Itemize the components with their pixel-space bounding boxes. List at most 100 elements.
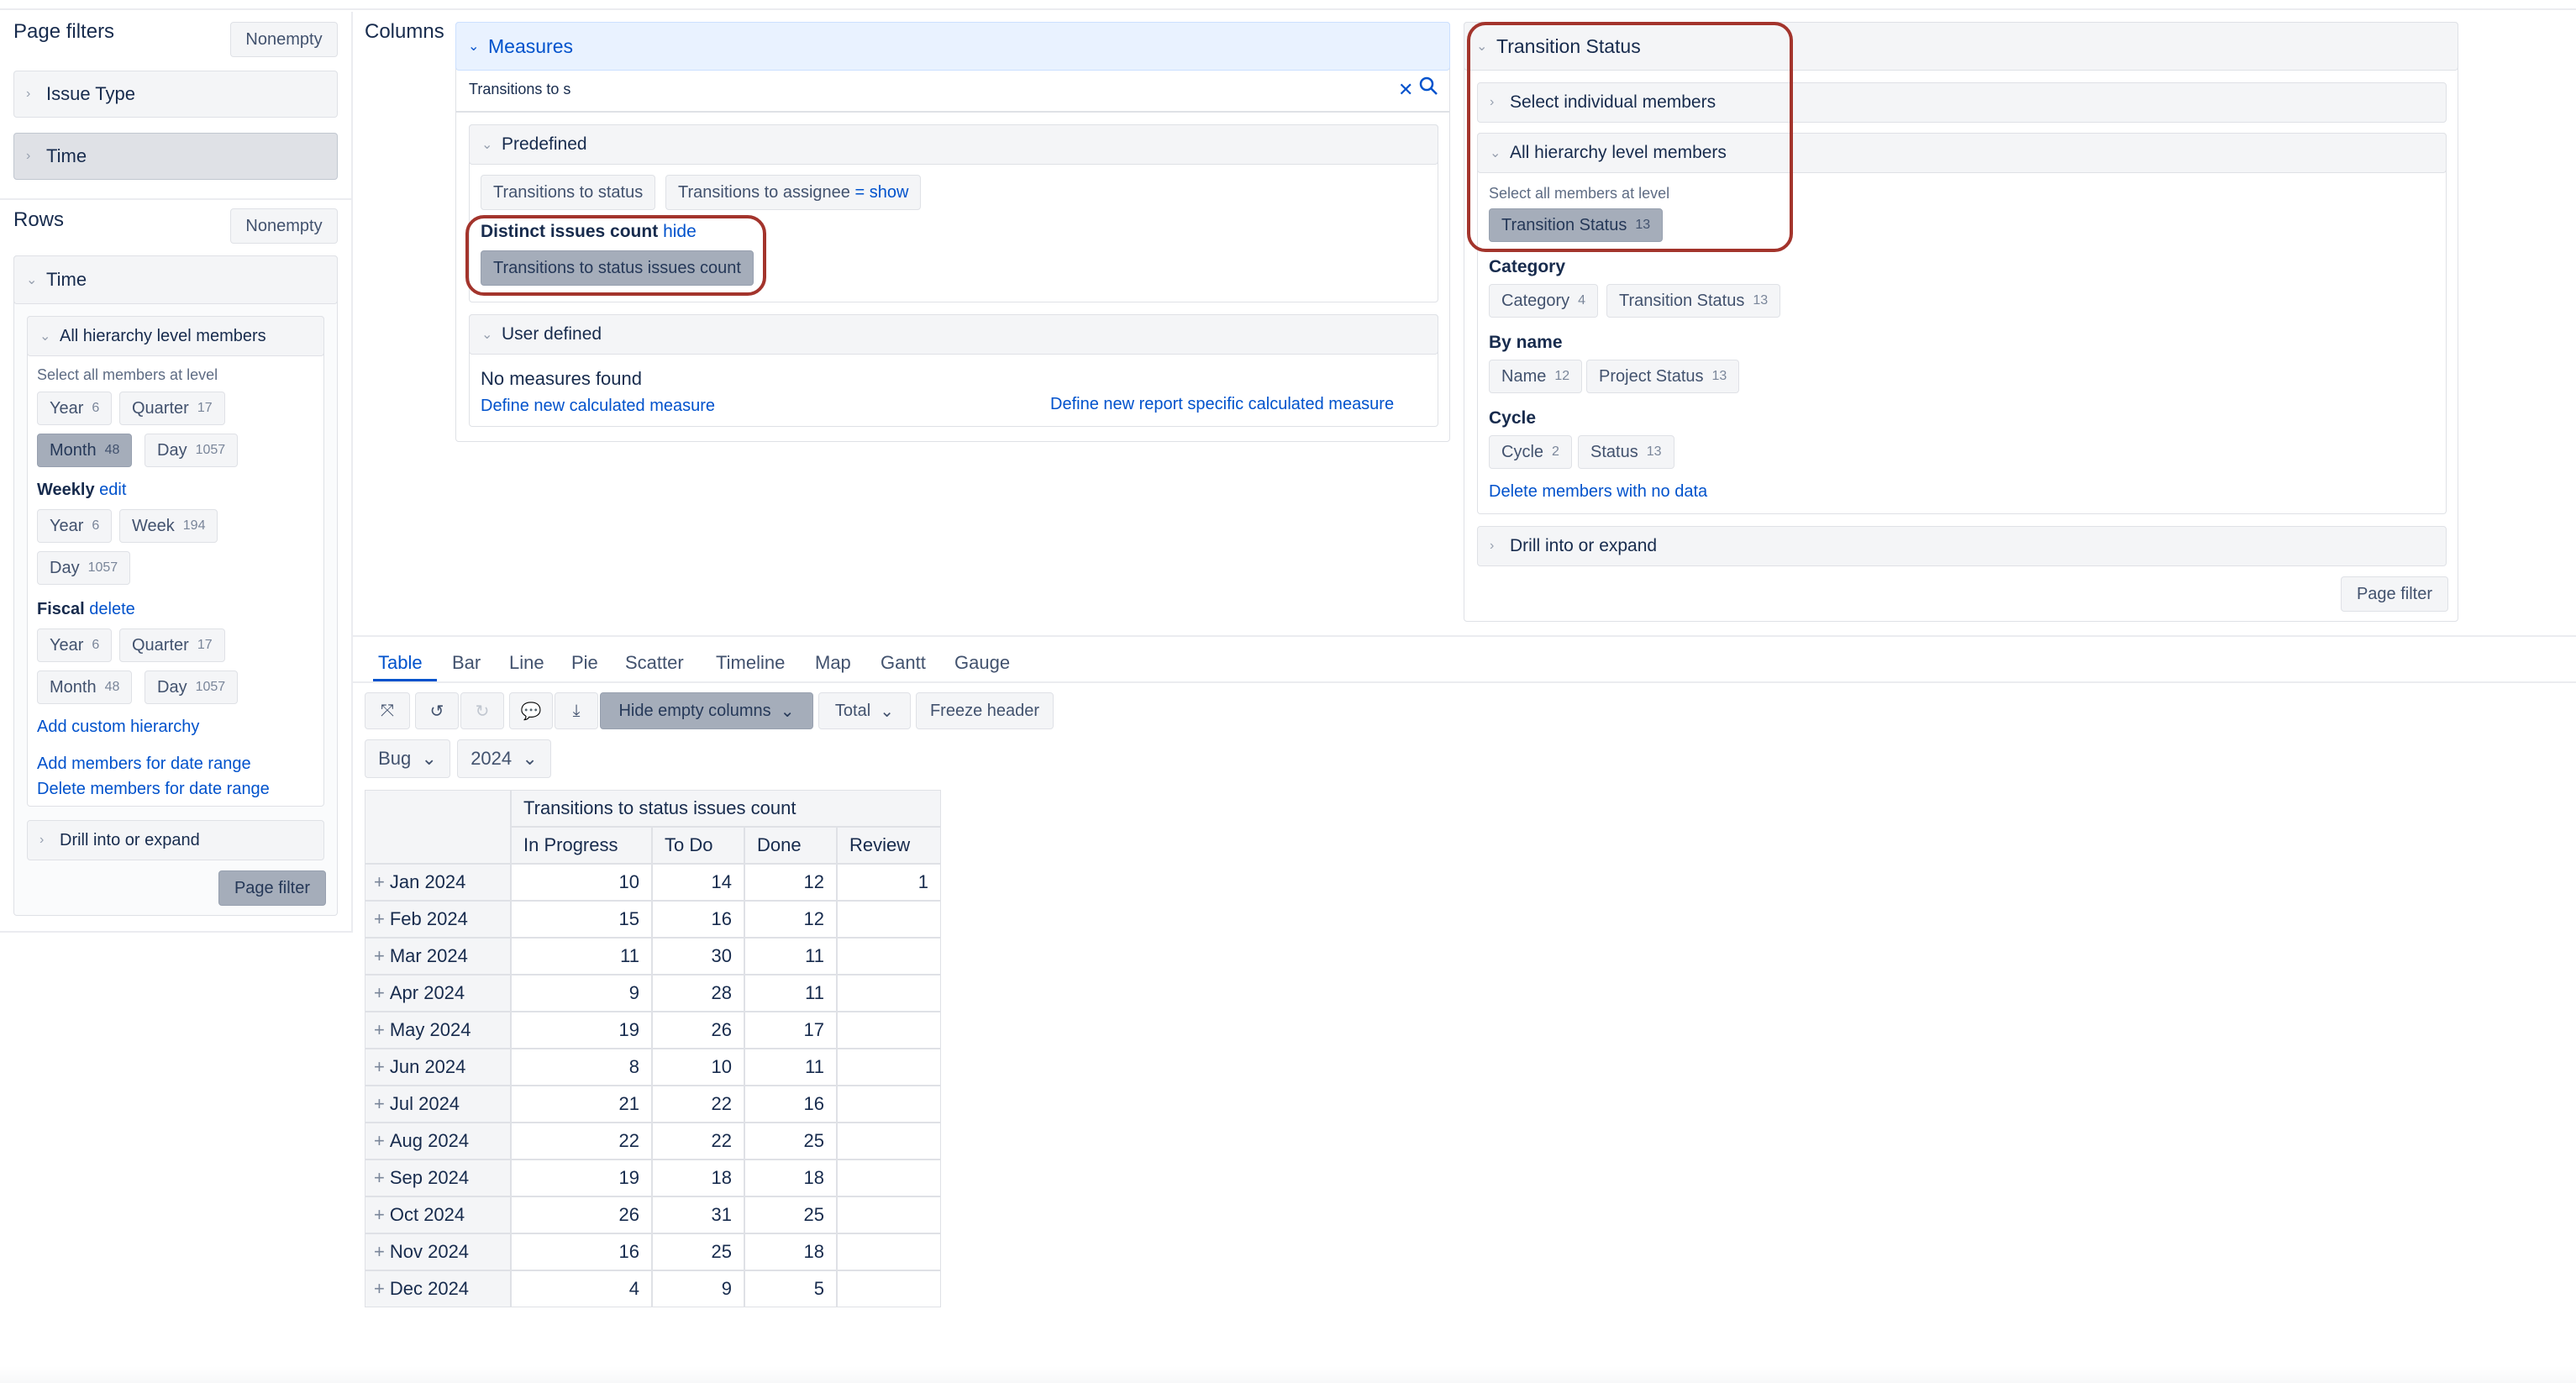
table-value-cell: 19 [511,1012,652,1049]
fiscal-quarter-chip[interactable]: Quarter 17 [119,628,225,662]
level-month-chip[interactable]: Month 48 [37,434,133,467]
fiscal-year-chip[interactable]: Year 6 [37,628,113,662]
chevron-down-icon: ⌄ [481,138,493,152]
column-header-cell[interactable]: Done [744,827,837,864]
tab-pie[interactable]: Pie [571,652,598,674]
column-header-cell[interactable]: To Do [652,827,744,864]
expand-plus-icon[interactable]: + [374,1093,385,1115]
hide-empty-label: Hide empty columns [618,701,771,720]
fullscreen-icon[interactable]: ⤧ [365,692,410,729]
expand-plus-icon[interactable]: + [374,1204,385,1226]
row-header-cell[interactable]: + Dec 2024 [365,1270,511,1307]
cycle-group-title: Cycle [1489,408,1537,428]
column-header-cell[interactable]: Review [837,827,941,864]
rows-page-filter-button[interactable]: Page filter [218,870,326,906]
weekly-edit-link[interactable]: edit [99,481,126,499]
ts-page-filter-button[interactable]: Page filter [2341,576,2448,612]
search-icon[interactable] [1418,76,1438,103]
define-report-calculated-measure-link[interactable]: Define new report specific calculated me… [1050,395,1394,414]
rows-drill-expand[interactable]: › Drill into or expand [27,820,324,860]
weekly-week-chip[interactable]: Week 194 [119,509,218,543]
fiscal-day-chip[interactable]: Day 1057 [145,670,239,704]
rows-time-header[interactable]: ⌄ Time [13,255,338,304]
delete-members-date-range-link[interactable]: Delete members for date range [37,780,270,799]
transitions-to-status-chip[interactable]: Transitions to status [481,175,656,210]
add-members-date-range-link[interactable]: Add members for date range [37,755,251,774]
tab-table[interactable]: Table [378,652,423,674]
expand-plus-icon[interactable]: + [374,1278,385,1300]
row-header-cell[interactable]: + Apr 2024 [365,975,511,1012]
row-header-cell[interactable]: + Jan 2024 [365,864,511,901]
ts-drill-expand[interactable]: › Drill into or expand [1477,526,2447,566]
issue-type-filter-select[interactable]: Bug ⌄ [365,739,450,778]
chip-label: Day [157,440,187,460]
redo-icon[interactable]: ↻ [460,692,504,729]
level-quarter-chip[interactable]: Quarter 17 [119,392,225,425]
user-defined-header[interactable]: ⌄ User defined [469,314,1438,355]
year-filter-select[interactable]: 2024 ⌄ [457,739,551,778]
weekly-day-chip[interactable]: Day 1057 [37,551,131,585]
row-header-cell[interactable]: + Mar 2024 [365,938,511,975]
tab-bar[interactable]: Bar [452,652,481,674]
ts-status-chip[interactable]: Status 13 [1578,435,1674,469]
row-header-cell[interactable]: + Nov 2024 [365,1233,511,1270]
expand-plus-icon[interactable]: + [374,1056,385,1078]
export-icon[interactable]: ⤓ [555,692,598,729]
level-day-chip[interactable]: Day 1057 [145,434,239,467]
rows-nonempty-button[interactable]: Nonempty [230,208,338,244]
define-calculated-measure-link[interactable]: Define new calculated measure [481,397,715,416]
measures-header[interactable]: ⌄ Measures [455,22,1450,71]
tab-timeline[interactable]: Timeline [716,652,785,674]
delete-members-no-data-link[interactable]: Delete members with no data [1489,482,1707,502]
level-year-chip[interactable]: Year 6 [37,392,113,425]
corner-cell [365,790,511,864]
row-header-cell[interactable]: + May 2024 [365,1012,511,1049]
hierarchy-members-header[interactable]: ⌄ All hierarchy level members [27,316,324,356]
expand-plus-icon[interactable]: + [374,1167,385,1189]
page-filters-nonempty-button[interactable]: Nonempty [230,22,338,57]
undo-icon[interactable]: ↺ [415,692,459,729]
page-filter-time[interactable]: › Time [13,133,338,180]
ts-category-status-chip[interactable]: Transition Status 13 [1606,284,1781,318]
expand-plus-icon[interactable]: + [374,871,385,893]
measures-search-input[interactable]: Transitions to s [469,81,570,98]
weekly-year-chip[interactable]: Year 6 [37,509,113,543]
ts-project-status-chip[interactable]: Project Status 13 [1586,360,1740,393]
clear-search-icon[interactable]: ✕ [1398,79,1413,101]
hide-empty-columns-button[interactable]: Hide empty columns ⌄ [600,692,813,729]
table-value-cell-text: 9 [721,1278,732,1299]
total-button[interactable]: Total ⌄ [818,692,911,729]
tab-gantt[interactable]: Gantt [881,652,926,674]
expand-plus-icon[interactable]: + [374,1019,385,1041]
tab-scatter[interactable]: Scatter [625,652,684,674]
expand-plus-icon[interactable]: + [374,945,385,967]
fiscal-delete-link[interactable]: delete [89,600,135,618]
tab-gauge[interactable]: Gauge [954,652,1010,674]
row-header-cell[interactable]: + Oct 2024 [365,1196,511,1233]
transitions-to-assignee-chip[interactable]: Transitions to assignee = show [665,175,922,210]
page-filter-issue-type[interactable]: › Issue Type [13,71,338,118]
table-value-cell: 12 [744,864,837,901]
ts-cycle-chip[interactable]: Cycle 2 [1489,435,1572,469]
tab-map[interactable]: Map [815,652,851,674]
expand-plus-icon[interactable]: + [374,908,385,930]
column-header-cell[interactable]: In Progress [511,827,652,864]
fiscal-month-chip[interactable]: Month 48 [37,670,133,704]
row-header-cell[interactable]: + Aug 2024 [365,1123,511,1160]
row-header-cell[interactable]: + Jul 2024 [365,1086,511,1123]
predefined-header[interactable]: ⌄ Predefined [469,124,1438,165]
add-custom-hierarchy-link[interactable]: Add custom hierarchy [37,718,199,737]
comment-icon[interactable]: 💬 [509,692,553,729]
ts-name-chip[interactable]: Name 12 [1489,360,1583,393]
expand-plus-icon[interactable]: + [374,1130,385,1152]
tab-line[interactable]: Line [509,652,544,674]
row-header-cell[interactable]: + Sep 2024 [365,1160,511,1196]
freeze-header-button[interactable]: Freeze header [916,692,1054,729]
expand-plus-icon[interactable]: + [374,1241,385,1263]
show-link[interactable]: show [870,183,909,202]
ts-category-chip[interactable]: Category 4 [1489,284,1599,318]
expand-plus-icon[interactable]: + [374,982,385,1004]
measure-header-cell-text: Transitions to status issues count [523,797,796,818]
row-header-cell[interactable]: + Feb 2024 [365,901,511,938]
row-header-cell[interactable]: + Jun 2024 [365,1049,511,1086]
